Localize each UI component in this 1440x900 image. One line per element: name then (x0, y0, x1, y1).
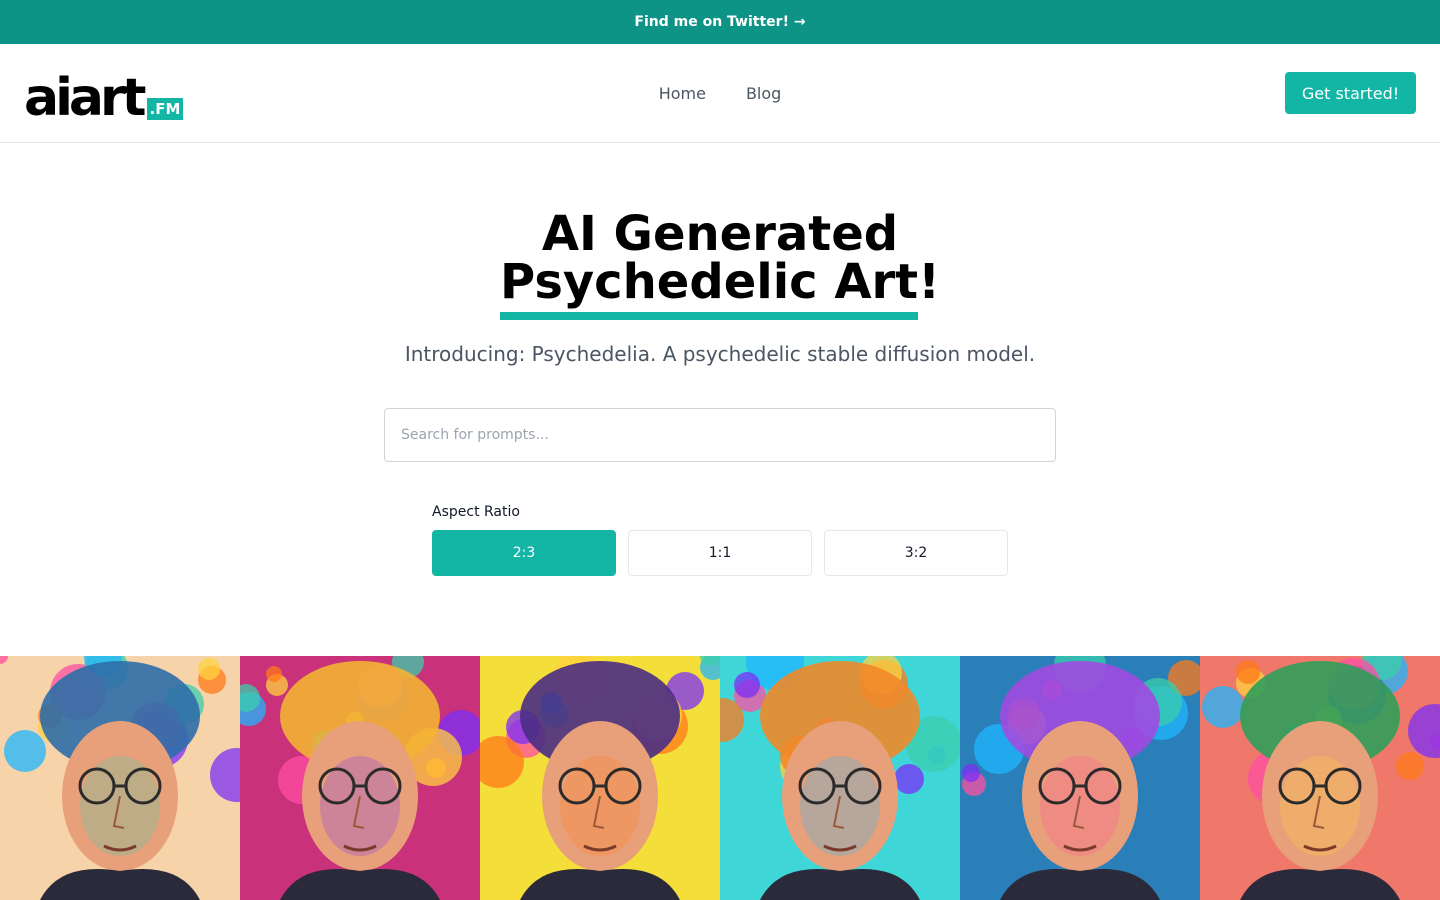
aspect-ratio-group: 2:3 1:1 3:2 (432, 530, 1008, 576)
portrait-artwork (240, 656, 480, 900)
gallery-image[interactable] (240, 656, 480, 900)
gallery-image[interactable] (960, 656, 1200, 900)
portrait-artwork (960, 656, 1200, 900)
image-gallery (0, 656, 1440, 900)
aspect-3-2-button[interactable]: 3:2 (824, 530, 1008, 576)
hero-subtitle: Introducing: Psychedelia. A psychedelic … (404, 342, 1036, 366)
gallery-image[interactable] (480, 656, 720, 900)
site-header: aiart .FM Home Blog Get started! (0, 44, 1440, 143)
portrait-artwork (720, 656, 960, 900)
announcement-bar: Find me on Twitter! → (0, 0, 1440, 44)
main-nav: Home Blog (0, 44, 1440, 142)
aspect-1-1-button[interactable]: 1:1 (628, 530, 812, 576)
portrait-artwork (0, 656, 240, 900)
title-underline (500, 312, 918, 320)
portrait-artwork (1200, 656, 1440, 900)
portrait-artwork (480, 656, 720, 900)
twitter-link[interactable]: Find me on Twitter! → (634, 14, 805, 30)
site-logo[interactable]: aiart .FM (24, 66, 184, 128)
logo-wordmark: aiart (24, 68, 146, 128)
aspect-2-3-button[interactable]: 2:3 (432, 530, 616, 576)
search-input[interactable] (384, 408, 1056, 462)
title-line-2: Psychedelic Art! (499, 254, 940, 310)
get-started-button[interactable]: Get started! (1285, 72, 1416, 114)
page-title: AI Generated Psychedelic Art! (0, 210, 1440, 306)
gallery-image[interactable] (720, 656, 960, 900)
nav-home[interactable]: Home (659, 84, 706, 103)
gallery-image[interactable] (1200, 656, 1440, 900)
aspect-ratio-label: Aspect Ratio (432, 504, 520, 520)
gallery-image[interactable] (0, 656, 240, 900)
logo-badge: .FM (146, 98, 184, 120)
nav-blog[interactable]: Blog (746, 84, 781, 103)
